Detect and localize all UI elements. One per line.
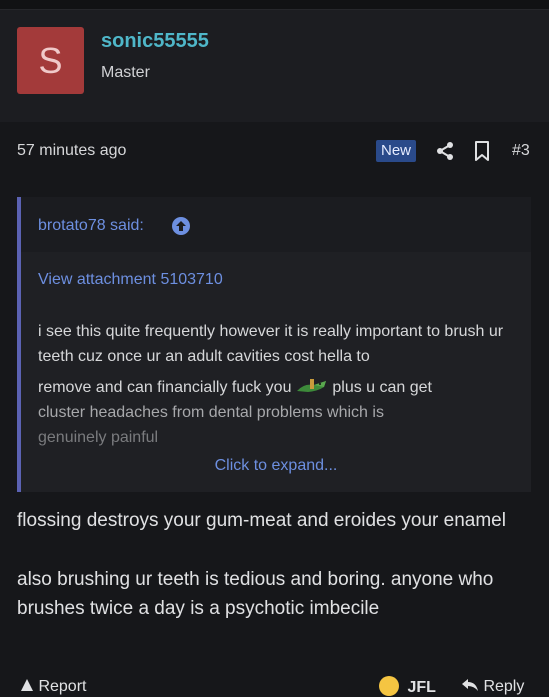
quote-line: remove and can financially fuck you plus… <box>38 375 516 400</box>
reaction-label: JFL <box>407 679 436 696</box>
quote-line-text: plus u can get <box>332 379 432 396</box>
post-number-link[interactable]: #3 <box>512 142 530 160</box>
post-timestamp[interactable]: 57 minutes ago <box>17 142 126 160</box>
share-icon[interactable] <box>435 141 455 161</box>
jump-to-quote-icon[interactable] <box>171 216 191 236</box>
reaction-button[interactable]: JFL <box>379 676 436 697</box>
post-body: flossing destroys your gum-meat and eroi… <box>17 506 532 653</box>
click-to-expand-link[interactable]: Click to expand... <box>21 457 531 475</box>
quote-block: brotato78 said: View attachment 5103710 … <box>17 197 531 492</box>
post-paragraph: also brushing ur teeth is tedious and bo… <box>17 569 494 619</box>
quote-line: genuinely painful <box>38 429 159 446</box>
new-badge: New <box>376 140 417 162</box>
attachment-link[interactable]: View attachment 5103710 <box>38 271 223 289</box>
header-pointer <box>44 122 66 133</box>
quote-attribution[interactable]: brotato78 said: <box>38 217 144 235</box>
post-author-header: S sonic55555 Master <box>0 10 549 133</box>
post-paragraph: flossing destroys your gum-meat and eroi… <box>17 510 506 531</box>
reply-icon <box>462 679 478 691</box>
crocodile-emoji-icon <box>296 379 326 392</box>
post-meta-bar: 57 minutes ago New #3 <box>17 140 532 164</box>
report-label: Report <box>38 678 87 695</box>
quote-text: i see this quite frequently however it i… <box>38 319 516 450</box>
quote-line-text: remove and can financially fuck you <box>38 379 292 396</box>
user-title: Master <box>101 64 150 81</box>
top-divider <box>0 0 549 10</box>
reply-button[interactable]: Reply <box>461 678 524 696</box>
laughing-face-icon <box>379 676 399 696</box>
quote-line: i see this quite frequently however it i… <box>38 323 504 365</box>
username-link[interactable]: sonic55555 <box>101 30 209 53</box>
report-button[interactable]: Report <box>20 678 86 696</box>
avatar[interactable]: S <box>17 27 84 94</box>
quote-header: brotato78 said: <box>21 197 531 252</box>
report-icon <box>21 679 33 691</box>
quote-line: cluster headaches from dental problems w… <box>38 404 384 421</box>
reply-label: Reply <box>483 678 525 695</box>
bookmark-icon[interactable] <box>473 141 491 161</box>
post-footer: Report JFL Reply <box>0 674 549 696</box>
